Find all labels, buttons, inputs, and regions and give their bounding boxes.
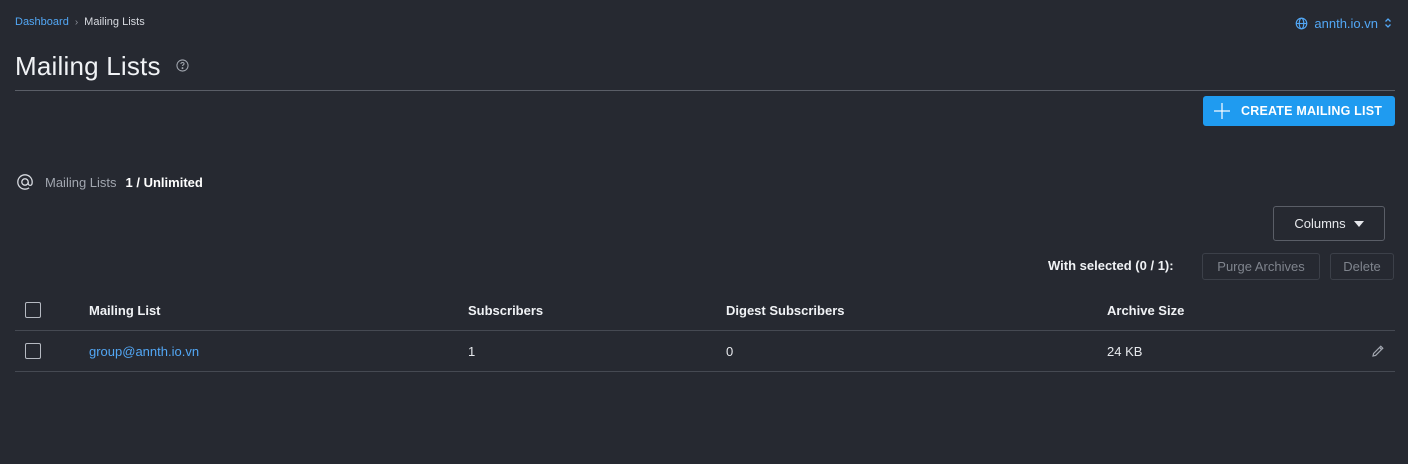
breadcrumb-current: Mailing Lists: [84, 16, 145, 28]
domain-switcher[interactable]: annth.io.vn: [1295, 14, 1392, 32]
mailing-lists-table: Mailing List Subscribers Digest Subscrib…: [15, 290, 1395, 372]
table-header: Mailing List Subscribers Digest Subscrib…: [15, 290, 1395, 331]
breadcrumb-separator: ›: [74, 16, 79, 28]
breadcrumb-dashboard-link[interactable]: Dashboard: [15, 16, 69, 28]
columns-label: Columns: [1294, 216, 1346, 231]
mailing-lists-usage: Mailing Lists 1 / Unlimited: [16, 172, 203, 192]
plus-icon: [1203, 102, 1241, 120]
updown-chevron-icon: [1385, 18, 1391, 28]
globe-icon: [1296, 17, 1308, 29]
column-header-mailing-list[interactable]: Mailing List: [89, 290, 161, 330]
column-header-archive-size[interactable]: Archive Size: [1107, 290, 1184, 330]
delete-button[interactable]: Delete: [1330, 253, 1394, 280]
usage-label: Mailing Lists: [45, 174, 117, 190]
create-mailing-list-button[interactable]: CREATE MAILING LIST: [1203, 96, 1395, 126]
page-title: Mailing Lists: [15, 51, 161, 81]
archive-size: 24 KB: [1107, 343, 1143, 359]
mailing-list-link[interactable]: group@annth.io.vn: [89, 344, 199, 359]
create-button-label: CREATE MAILING LIST: [1241, 104, 1383, 118]
usage-value: 1 / Unlimited: [125, 174, 203, 190]
edit-pencil-icon[interactable]: [1371, 344, 1385, 358]
digest-subscribers-count: 0: [726, 343, 734, 359]
column-header-digest-subscribers[interactable]: Digest Subscribers: [726, 290, 845, 330]
table-row: group@annth.io.vn 1 0 24 KB: [15, 331, 1395, 372]
with-selected-label: With selected (0 / 1):: [1048, 258, 1174, 273]
breadcrumb: Dashboard › Mailing Lists: [15, 15, 145, 29]
column-header-subscribers[interactable]: Subscribers: [468, 290, 543, 330]
at-sign-icon: [17, 174, 33, 190]
row-checkbox[interactable]: [25, 343, 41, 359]
help-circle-icon[interactable]: [176, 59, 189, 72]
title-divider: [15, 90, 1395, 91]
columns-dropdown[interactable]: Columns: [1273, 206, 1385, 241]
domain-label: annth.io.vn: [1314, 15, 1378, 31]
subscribers-count: 1: [468, 343, 476, 359]
purge-archives-button[interactable]: Purge Archives: [1202, 253, 1320, 280]
select-all-checkbox[interactable]: [25, 302, 41, 318]
caret-down-icon: [1353, 220, 1364, 227]
